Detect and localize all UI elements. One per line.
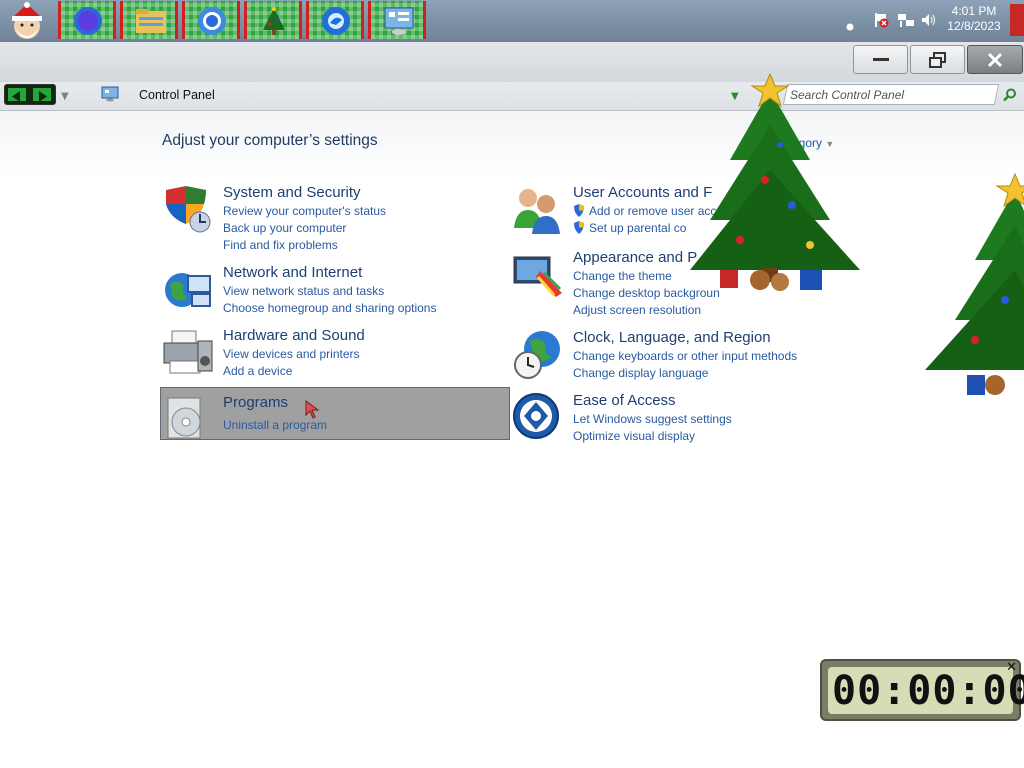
ease-of-access-icon <box>513 393 559 439</box>
christmas-tree-gadget-2-icon <box>925 172 1024 395</box>
category-title[interactable]: Hardware and Sound <box>223 327 365 344</box>
stopwatch-close-icon[interactable]: ✕ <box>1006 660 1017 675</box>
back-forward-buttons <box>4 84 56 105</box>
printer-icon <box>163 330 213 374</box>
link-homegroup[interactable]: Choose homegroup and sharing options <box>223 301 436 315</box>
link-find-fix-problems[interactable]: Find and fix problems <box>223 238 338 252</box>
link-change-theme[interactable]: Change the theme <box>573 269 672 283</box>
browser-icon <box>322 7 350 35</box>
close-icon <box>987 52 1003 67</box>
taskbar-clock[interactable]: 4:01 PM 12/8/2023 <box>940 4 1008 34</box>
christmas-tree-gadget-icon <box>690 72 860 291</box>
stopwatch-gadget[interactable]: 00:00:00 ✕ <box>820 659 1024 721</box>
clock-globe-icon <box>514 331 560 379</box>
control-panel-icon <box>384 7 414 35</box>
link-change-keyboards[interactable]: Change keyboards or other input methods <box>573 349 797 363</box>
category-title[interactable]: Clock, Language, and Region <box>573 329 771 346</box>
link-add-device[interactable]: Add a device <box>223 364 292 378</box>
users-icon <box>514 189 560 234</box>
volume-icon[interactable] <box>921 12 937 32</box>
recent-pages-chevron-icon[interactable]: ▼ <box>61 91 69 102</box>
link-parental-controls[interactable]: Set up parental co <box>573 221 686 235</box>
restore-button[interactable] <box>910 45 965 74</box>
christmas-tree-app-icon <box>263 7 285 35</box>
page-title: Adjust your computer’s settings <box>162 132 378 149</box>
minimize-icon <box>872 57 889 61</box>
back-button[interactable] <box>8 88 26 102</box>
link-network-status[interactable]: View network status and tasks <box>223 284 384 298</box>
taskbar-app-chrome[interactable] <box>182 1 240 39</box>
taskbar-app-file-explorer[interactable] <box>120 1 178 39</box>
link-back-up[interactable]: Back up your computer <box>223 221 346 235</box>
link-windows-suggest[interactable]: Let Windows suggest settings <box>573 412 732 426</box>
back-arrow-icon <box>12 91 20 102</box>
forward-button[interactable] <box>33 88 51 102</box>
taskbar-app-browser[interactable] <box>306 1 364 39</box>
taskbar-app-blue-circle[interactable] <box>58 1 116 39</box>
search-icon[interactable] <box>1003 87 1017 106</box>
restore-icon <box>928 51 946 68</box>
chrome-icon <box>198 7 226 35</box>
close-button[interactable] <box>967 45 1023 74</box>
notification-dot-icon[interactable] <box>846 16 854 35</box>
category-title[interactable]: Ease of Access <box>573 392 676 409</box>
network-globe-icon <box>165 273 211 307</box>
action-center-flag-icon[interactable] <box>873 12 889 32</box>
taskbar-app-christmas-tree[interactable] <box>244 1 302 39</box>
network-icon[interactable] <box>897 12 915 32</box>
taskbar: 4:01 PM 12/8/2023 <box>0 0 1024 43</box>
category-title[interactable]: Appearance and P <box>573 249 697 266</box>
link-devices-printers[interactable]: View devices and printers <box>223 347 360 361</box>
file-explorer-icon <box>136 9 166 33</box>
clock-time: 4:01 PM <box>951 4 997 18</box>
forward-arrow-icon <box>39 91 47 102</box>
blue-circle-app-icon <box>74 7 102 35</box>
category-title[interactable]: Network and Internet <box>223 264 362 281</box>
uac-shield-icon <box>574 204 584 217</box>
security-shield-icon <box>166 186 211 233</box>
appearance-monitor-icon <box>513 256 562 297</box>
control-panel-small-icon <box>101 86 119 106</box>
programs-disc-icon <box>167 397 201 439</box>
uac-shield-icon <box>574 221 584 234</box>
category-title[interactable]: Programs <box>223 394 288 411</box>
link-display-language[interactable]: Change display language <box>573 366 708 380</box>
category-title[interactable]: System and Security <box>223 184 361 201</box>
start-button[interactable] <box>4 2 50 40</box>
mouse-cursor-icon <box>305 400 320 419</box>
link-optimize-display[interactable]: Optimize visual display <box>573 429 695 443</box>
clock-date: 12/8/2023 <box>947 19 1001 33</box>
link-uninstall-program[interactable]: Uninstall a program <box>223 418 327 432</box>
address-breadcrumb[interactable]: Control Panel <box>139 88 215 102</box>
link-screen-resolution[interactable]: Adjust screen resolution <box>573 303 701 317</box>
stopwatch-display: 00:00:00 <box>828 667 1024 714</box>
show-desktop-button[interactable] <box>1010 4 1024 36</box>
stopwatch-time: 00:00:00 <box>832 668 1024 714</box>
taskbar-app-control-panel[interactable] <box>368 1 426 39</box>
link-label: Set up parental co <box>589 221 687 235</box>
link-review-status[interactable]: Review your computer's status <box>223 204 386 218</box>
